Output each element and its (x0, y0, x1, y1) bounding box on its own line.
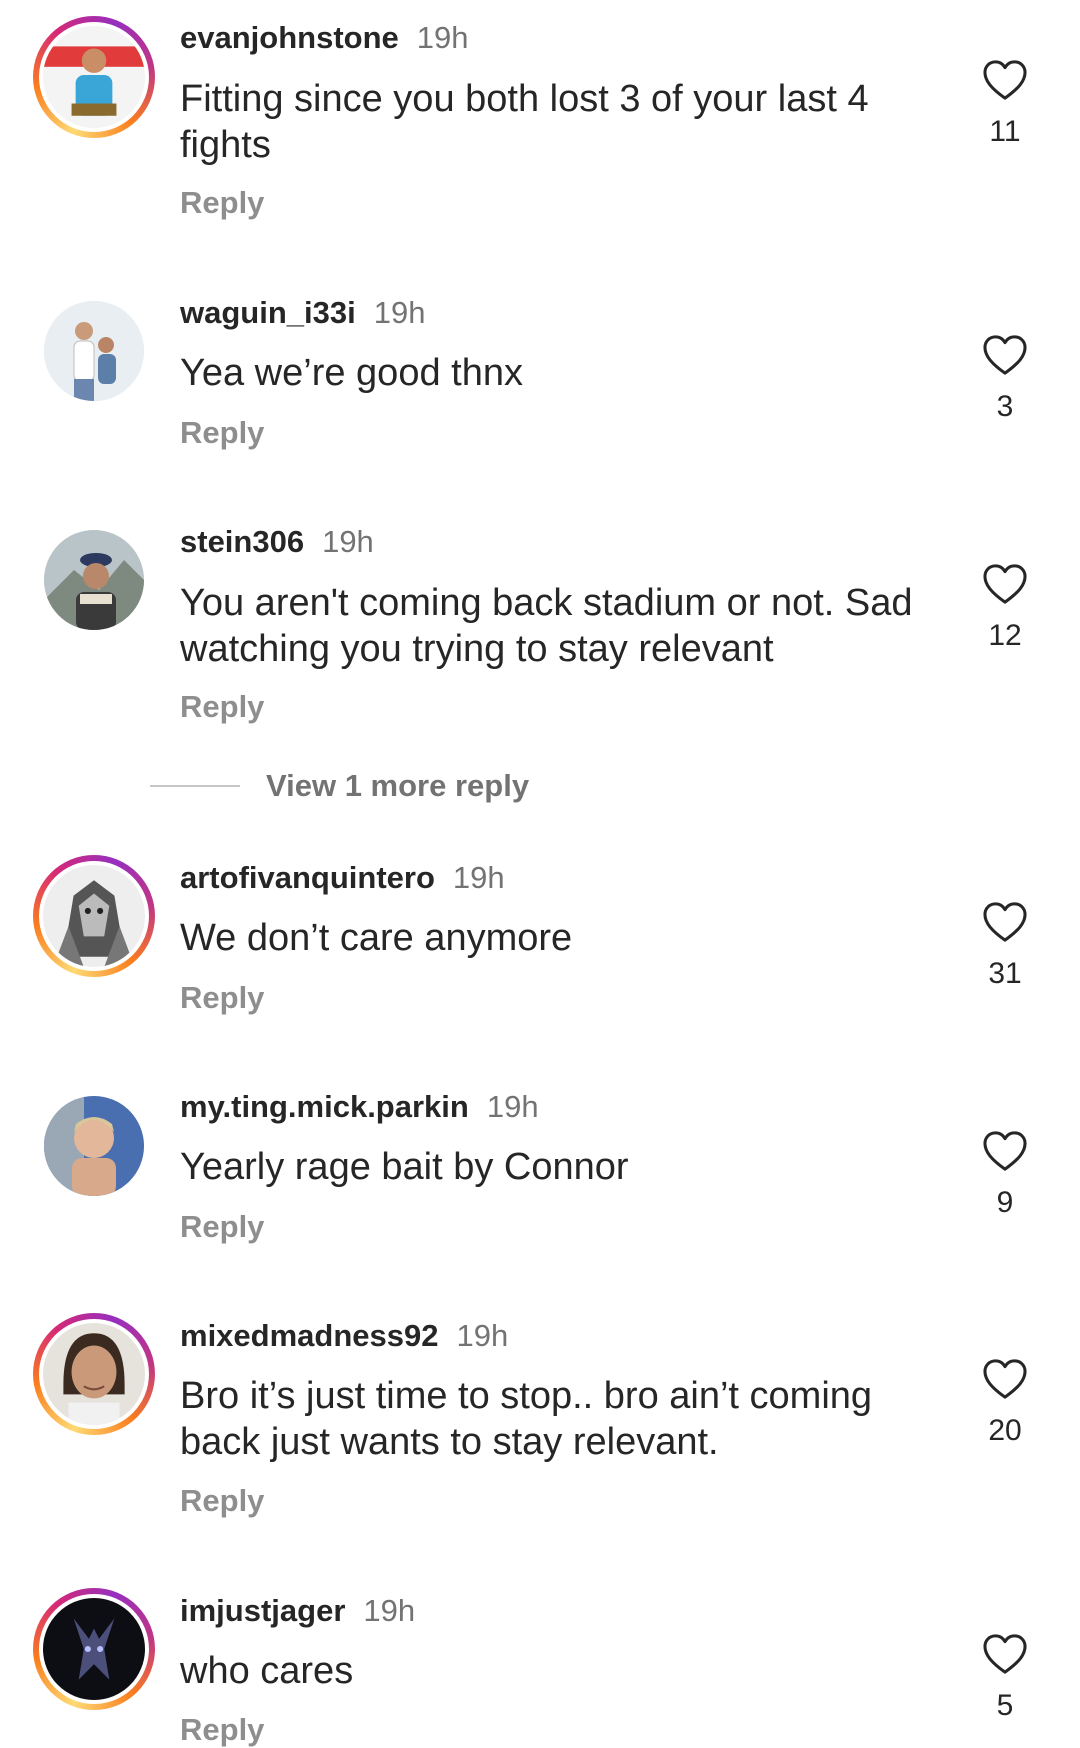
heart-outline-icon (983, 335, 1027, 375)
avatar[interactable] (44, 1096, 144, 1196)
like-count: 20 (988, 1414, 1022, 1447)
view-more-replies[interactable]: View 1 more reply (150, 768, 529, 804)
like-button[interactable]: 31 (975, 901, 1035, 991)
avatar[interactable] (33, 1588, 155, 1710)
heart-outline-icon (983, 1359, 1027, 1399)
like-button[interactable]: 12 (975, 563, 1035, 653)
heart-outline-icon (983, 60, 1027, 100)
comment-text: Bro it’s just time to stop.. bro ain’t c… (180, 1375, 873, 1463)
avatar-image (44, 530, 144, 630)
username[interactable]: stein306 (180, 524, 304, 559)
view-more-replies-label[interactable]: View 1 more reply (266, 768, 529, 803)
username[interactable]: imjustjager (180, 1593, 345, 1628)
comment-text: Yea we’re good thnx (180, 352, 523, 394)
heart-outline-icon (983, 1634, 1027, 1674)
comment-text: who cares (180, 1650, 354, 1692)
username[interactable]: evanjohnstone (180, 20, 399, 55)
timestamp: 19h (373, 295, 426, 330)
comment-text: Fitting since you both lost 3 of your la… (180, 78, 869, 166)
avatar-image (43, 1598, 145, 1700)
reply-button[interactable]: Reply (180, 980, 264, 1016)
comment-text: We don’t care anymore (180, 917, 573, 959)
reply-button[interactable]: Reply (180, 1209, 264, 1245)
timestamp: 19h (363, 1593, 416, 1628)
comment-meta: artofivanquintero 19h (180, 860, 505, 896)
like-button[interactable]: 11 (975, 59, 1035, 149)
comment-text: You aren't coming back stadium or not. S… (180, 582, 913, 670)
heart-outline-icon (983, 902, 1027, 942)
avatar-image (43, 865, 145, 967)
heart-outline-icon (983, 564, 1027, 604)
like-count: 5 (996, 1689, 1014, 1722)
comment-meta: waguin_i33i 19h (180, 295, 425, 331)
timestamp: 19h (456, 1318, 509, 1353)
avatar[interactable] (33, 855, 155, 977)
like-button[interactable]: 5 (975, 1633, 1035, 1723)
username[interactable]: artofivanquintero (180, 860, 435, 895)
username[interactable]: waguin_i33i (180, 295, 356, 330)
comment-meta: stein306 19h (180, 524, 374, 560)
reply-button[interactable]: Reply (180, 415, 264, 451)
avatar-image (43, 1323, 145, 1425)
avatar-image (44, 301, 144, 401)
username[interactable]: mixedmadness92 (180, 1318, 438, 1353)
like-count: 31 (988, 957, 1022, 990)
comment-meta: evanjohnstone 19h (180, 20, 469, 56)
like-button[interactable]: 3 (975, 334, 1035, 424)
divider (150, 785, 240, 787)
timestamp: 19h (416, 20, 469, 55)
avatar-image (44, 1096, 144, 1196)
timestamp: 19h (322, 524, 374, 559)
avatar[interactable] (44, 301, 144, 401)
reply-button[interactable]: Reply (180, 689, 264, 725)
reply-button[interactable]: Reply (180, 185, 264, 221)
avatar[interactable] (33, 16, 155, 138)
avatar-image (43, 26, 145, 128)
comment-meta: my.ting.mick.parkin 19h (180, 1089, 539, 1125)
like-button[interactable]: 9 (975, 1130, 1035, 1220)
comment-meta: mixedmadness92 19h (180, 1318, 508, 1354)
like-count: 9 (996, 1186, 1014, 1219)
like-count: 11 (989, 115, 1021, 148)
reply-button[interactable]: Reply (180, 1712, 264, 1748)
timestamp: 19h (452, 860, 505, 895)
timestamp: 19h (486, 1089, 539, 1124)
avatar[interactable] (44, 530, 144, 630)
avatar[interactable] (33, 1313, 155, 1435)
comment-meta: imjustjager 19h (180, 1593, 415, 1629)
like-button[interactable]: 20 (975, 1358, 1035, 1448)
comment-text: Yearly rage bait by Connor (180, 1146, 629, 1188)
like-count: 3 (996, 390, 1014, 423)
heart-outline-icon (983, 1131, 1027, 1171)
reply-button[interactable]: Reply (180, 1483, 264, 1519)
username[interactable]: my.ting.mick.parkin (180, 1089, 469, 1124)
like-count: 12 (988, 619, 1022, 652)
